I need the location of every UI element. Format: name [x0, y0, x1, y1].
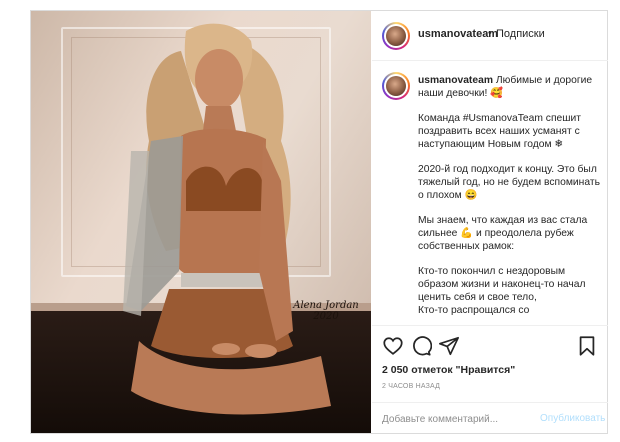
caption-text-3: 2020-й год подходит к концу. Это был тяж…	[418, 164, 600, 201]
likes-count[interactable]: 2 050 отметок "Нравится"	[382, 364, 515, 376]
post-caption: usmanovateam Любимые и дорогие наши дево…	[418, 74, 602, 325]
post-header: usmanovateam • Подписки	[372, 11, 608, 61]
header-username[interactable]: usmanovateam	[418, 28, 498, 40]
following-button[interactable]: Подписки	[496, 28, 545, 40]
watermark-year: 2020	[313, 311, 339, 322]
caption-text-2: Команда #UsmanovaTeam спешит поздравить …	[418, 113, 581, 150]
header-separator: •	[488, 27, 492, 39]
caption-text-6: Кто-то распрощался со	[418, 305, 530, 316]
post-actions: 2 050 отметок "Нравится" 2 часов назад О…	[372, 325, 608, 433]
watermark-name: Alena Jordan	[293, 300, 359, 311]
caption-avatar[interactable]	[382, 72, 410, 100]
bookmark-icon[interactable]	[576, 335, 598, 357]
add-comment-bar: Опубликовать	[372, 402, 608, 434]
avatar[interactable]	[382, 22, 410, 50]
caption-area: usmanovateam Любимые и дорогие наши дево…	[372, 62, 608, 325]
caption-text-5: Кто-то покончил с нездоровым образом жиз…	[418, 266, 586, 303]
post-photo[interactable]: Alena Jordan 2020	[31, 11, 371, 433]
comment-input[interactable]	[382, 411, 532, 427]
post-timestamp[interactable]: 2 часов назад	[382, 383, 440, 390]
paper-plane-icon[interactable]	[438, 335, 460, 357]
model-figure	[123, 23, 331, 415]
heart-icon[interactable]	[382, 335, 404, 357]
post-card: Alena Jordan 2020 usmanovateam • Подписк…	[30, 10, 608, 434]
photo-watermark: Alena Jordan 2020	[276, 300, 371, 322]
caption-username[interactable]: usmanovateam	[418, 75, 493, 86]
publish-button[interactable]: Опубликовать	[540, 413, 605, 424]
post-sidebar: usmanovateam • Подписки usmanovateam Люб…	[372, 11, 608, 433]
comment-icon[interactable]	[410, 335, 433, 357]
caption-text-4: Мы знаем, что каждая из вас стала сильне…	[418, 215, 588, 252]
